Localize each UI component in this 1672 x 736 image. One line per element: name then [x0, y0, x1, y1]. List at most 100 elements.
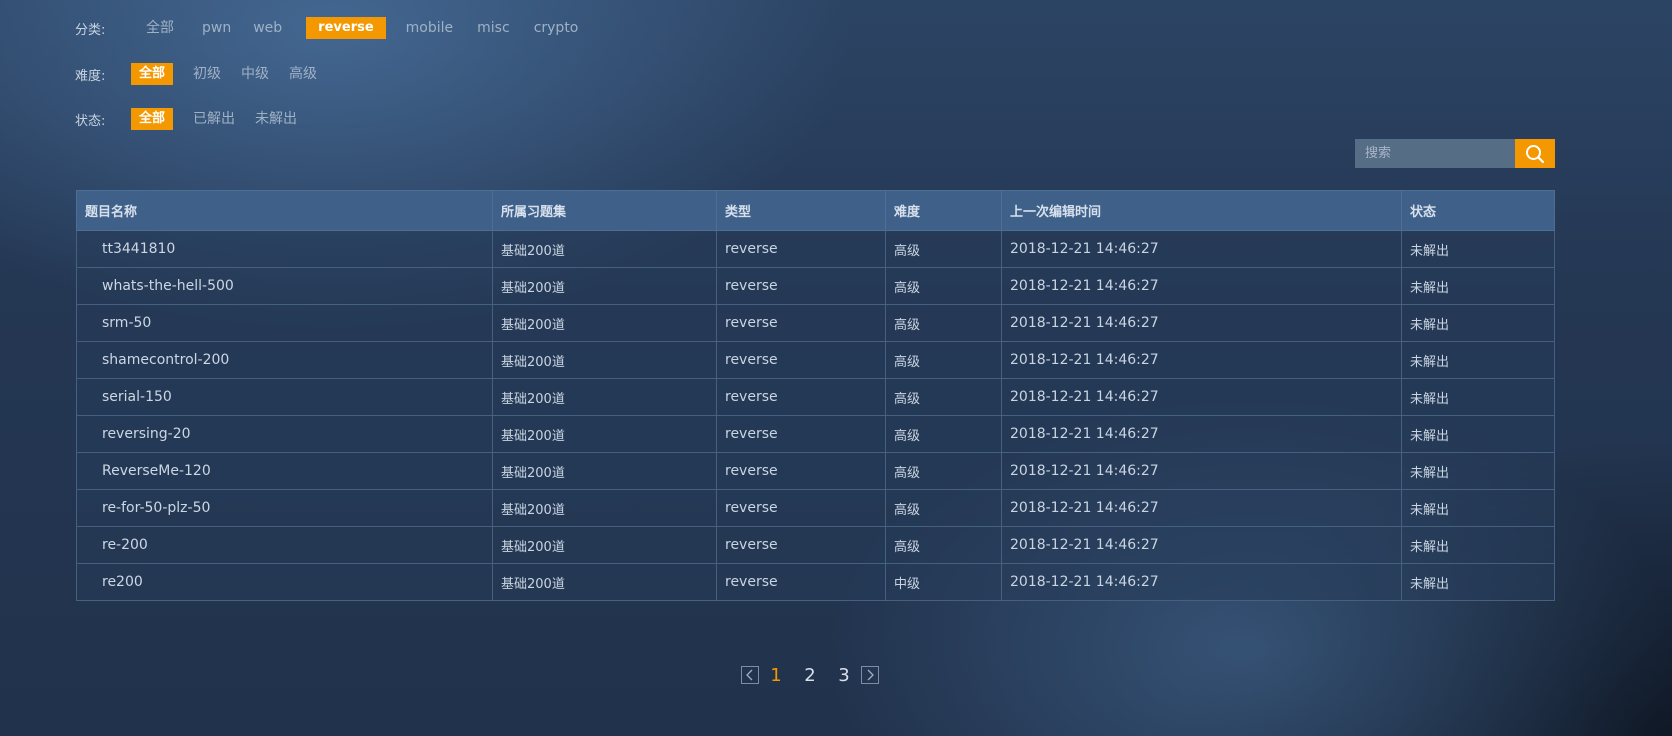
category-option-pwn[interactable]: pwn [194, 17, 239, 39]
category-option-all[interactable]: 全部 [138, 17, 182, 39]
filter-label-status: 状态: [75, 113, 106, 129]
table-row[interactable]: reversing-20 基础200道 reverse 高级 2018-12-2… [76, 415, 1555, 453]
prev-page-button[interactable] [741, 666, 759, 684]
status-option-solved[interactable]: 已解出 [185, 108, 243, 130]
challenge-status: 未解出 [1401, 526, 1555, 564]
challenge-set: 基础200道 [492, 304, 717, 342]
challenge-name[interactable]: reversing-20 [76, 415, 493, 453]
difficulty-option-easy[interactable]: 初级 [185, 63, 229, 85]
challenge-name[interactable]: srm-50 [76, 304, 493, 342]
challenge-set: 基础200道 [492, 267, 717, 305]
challenge-type: reverse [716, 341, 886, 379]
pagination: 1 2 3 [741, 663, 879, 687]
challenge-set: 基础200道 [492, 341, 717, 379]
challenge-difficulty: 高级 [885, 452, 1002, 490]
page-number-3[interactable]: 3 [827, 665, 861, 686]
challenge-set: 基础200道 [492, 230, 717, 268]
challenge-name[interactable]: tt3441810 [76, 230, 493, 268]
difficulty-option-all[interactable]: 全部 [131, 63, 174, 85]
challenge-set: 基础200道 [492, 378, 717, 416]
challenge-name[interactable]: re-for-50-plz-50 [76, 489, 493, 527]
difficulty-option-hard[interactable]: 高级 [281, 63, 325, 85]
challenge-edit-time: 2018-12-21 14:46:27 [1001, 526, 1402, 564]
category-option-web[interactable]: web [245, 17, 290, 39]
challenge-status: 未解出 [1401, 563, 1555, 601]
challenge-status: 未解出 [1401, 415, 1555, 453]
category-option-reverse[interactable]: reverse [306, 17, 386, 39]
filter-row-status: 状态: 全部 已解出 未解出 [75, 107, 313, 131]
page-number-2[interactable]: 2 [793, 665, 827, 686]
challenge-edit-time: 2018-12-21 14:46:27 [1001, 452, 1402, 490]
challenge-type: reverse [716, 563, 886, 601]
table-row[interactable]: ReverseMe-120 基础200道 reverse 高级 2018-12-… [76, 452, 1555, 490]
table-row[interactable]: shamecontrol-200 基础200道 reverse 高级 2018-… [76, 341, 1555, 379]
challenge-name[interactable]: shamecontrol-200 [76, 341, 493, 379]
filter-label-category: 分类: [75, 22, 106, 38]
category-option-crypto[interactable]: crypto [526, 17, 587, 39]
table-header-row: 题目名称 所属习题集 类型 难度 上一次编辑时间 状态 [76, 190, 1555, 231]
difficulty-option-medium[interactable]: 中级 [233, 63, 277, 85]
challenge-type: reverse [716, 378, 886, 416]
challenge-status: 未解出 [1401, 230, 1555, 268]
filter-label-difficulty: 难度: [75, 68, 106, 84]
filter-row-difficulty: 难度: 全部 初级 中级 高级 [75, 62, 333, 86]
column-header-set: 所属习题集 [492, 190, 717, 231]
challenge-table: 题目名称 所属习题集 类型 难度 上一次编辑时间 状态 tt3441810 基础… [76, 190, 1555, 601]
challenge-type: reverse [716, 267, 886, 305]
column-header-edit-time: 上一次编辑时间 [1001, 190, 1402, 231]
challenge-status: 未解出 [1401, 378, 1555, 416]
challenge-type: reverse [716, 304, 886, 342]
challenge-set: 基础200道 [492, 452, 717, 490]
search-input[interactable] [1355, 139, 1515, 168]
challenge-type: reverse [716, 526, 886, 564]
challenge-set: 基础200道 [492, 489, 717, 527]
challenge-difficulty: 高级 [885, 267, 1002, 305]
challenge-name[interactable]: serial-150 [76, 378, 493, 416]
column-header-type: 类型 [716, 190, 886, 231]
challenge-difficulty: 高级 [885, 341, 1002, 379]
challenge-edit-time: 2018-12-21 14:46:27 [1001, 230, 1402, 268]
page-number-1[interactable]: 1 [759, 665, 793, 686]
challenge-difficulty: 高级 [885, 489, 1002, 527]
column-header-difficulty: 难度 [885, 190, 1002, 231]
search-button[interactable] [1515, 139, 1555, 168]
challenge-difficulty: 高级 [885, 526, 1002, 564]
next-page-button[interactable] [861, 666, 879, 684]
challenge-type: reverse [716, 230, 886, 268]
challenge-type: reverse [716, 415, 886, 453]
challenge-status: 未解出 [1401, 304, 1555, 342]
category-option-mobile[interactable]: mobile [398, 17, 461, 39]
column-header-status: 状态 [1401, 190, 1555, 231]
challenge-edit-time: 2018-12-21 14:46:27 [1001, 415, 1402, 453]
table-row[interactable]: re200 基础200道 reverse 中级 2018-12-21 14:46… [76, 563, 1555, 601]
table-row[interactable]: whats-the-hell-500 基础200道 reverse 高级 201… [76, 267, 1555, 305]
challenge-difficulty: 高级 [885, 378, 1002, 416]
challenge-set: 基础200道 [492, 415, 717, 453]
challenge-name[interactable]: re-200 [76, 526, 493, 564]
status-option-unsolved[interactable]: 未解出 [247, 108, 305, 130]
table-row[interactable]: re-200 基础200道 reverse 高级 2018-12-21 14:4… [76, 526, 1555, 564]
challenge-edit-time: 2018-12-21 14:46:27 [1001, 341, 1402, 379]
table-row[interactable]: serial-150 基础200道 reverse 高级 2018-12-21 … [76, 378, 1555, 416]
challenge-set: 基础200道 [492, 526, 717, 564]
challenge-name[interactable]: whats-the-hell-500 [76, 267, 493, 305]
column-header-name: 题目名称 [76, 190, 493, 231]
filter-row-category: 分类: 全部 pwn web reverse mobile misc crypt… [75, 16, 594, 40]
category-option-misc[interactable]: misc [469, 17, 518, 39]
challenge-type: reverse [716, 452, 886, 490]
challenge-status: 未解出 [1401, 452, 1555, 490]
challenge-name[interactable]: ReverseMe-120 [76, 452, 493, 490]
challenge-difficulty: 高级 [885, 415, 1002, 453]
chevron-right-icon [865, 669, 875, 681]
search-icon [1525, 144, 1545, 164]
challenge-status: 未解出 [1401, 341, 1555, 379]
challenge-difficulty: 高级 [885, 230, 1002, 268]
status-option-all[interactable]: 全部 [131, 108, 174, 130]
table-row[interactable]: tt3441810 基础200道 reverse 高级 2018-12-21 1… [76, 230, 1555, 268]
search-box [1355, 139, 1555, 168]
challenge-edit-time: 2018-12-21 14:46:27 [1001, 304, 1402, 342]
challenge-edit-time: 2018-12-21 14:46:27 [1001, 378, 1402, 416]
challenge-name[interactable]: re200 [76, 563, 493, 601]
table-row[interactable]: srm-50 基础200道 reverse 高级 2018-12-21 14:4… [76, 304, 1555, 342]
table-row[interactable]: re-for-50-plz-50 基础200道 reverse 高级 2018-… [76, 489, 1555, 527]
